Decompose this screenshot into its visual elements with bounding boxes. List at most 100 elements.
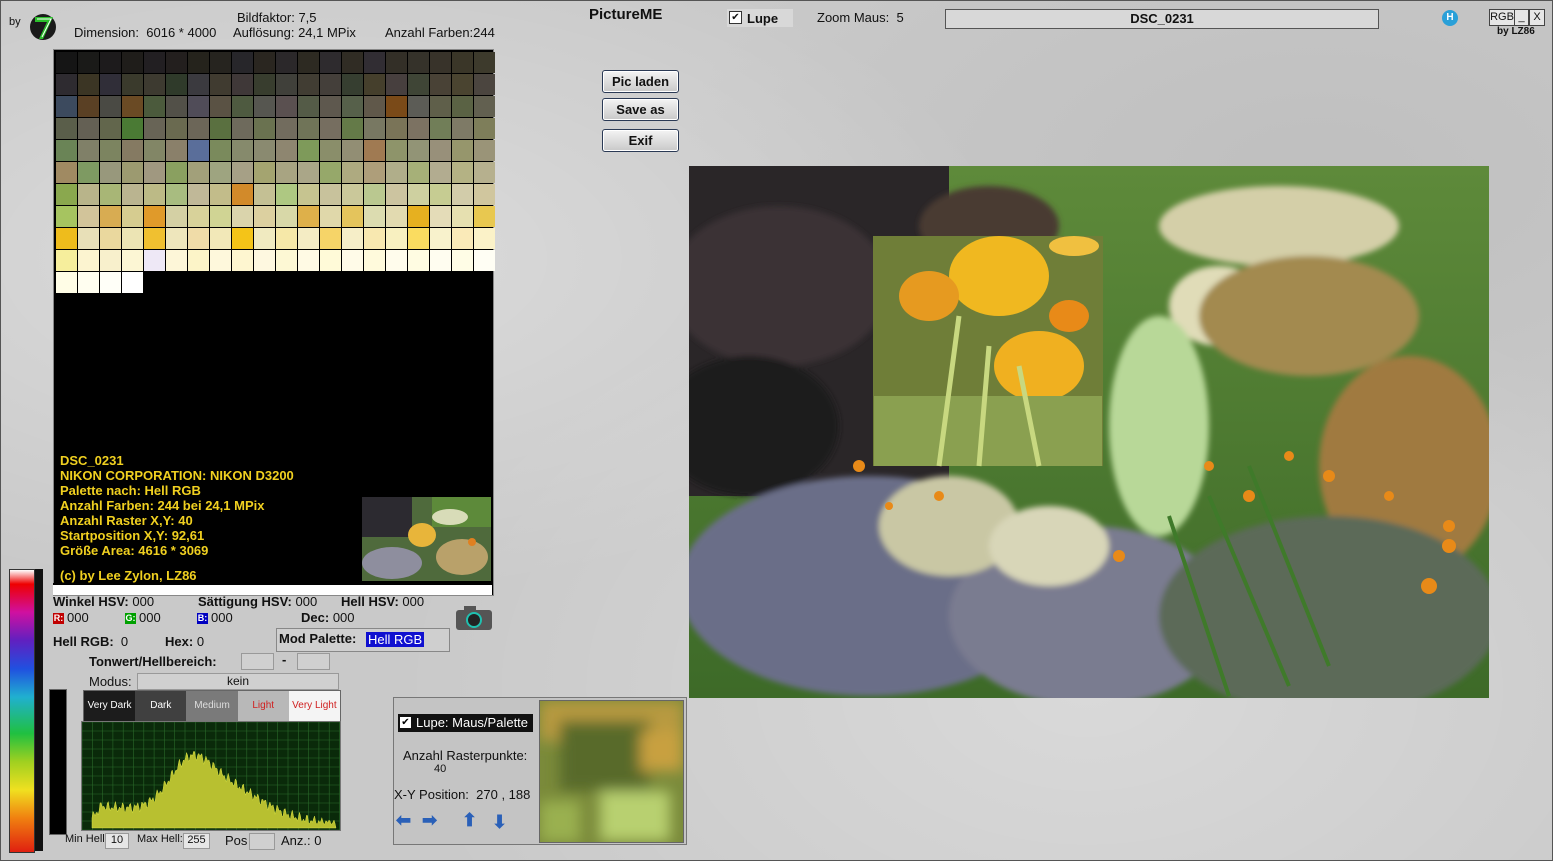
palette-swatch[interactable] [100,272,121,293]
palette-swatch[interactable] [474,228,495,249]
palette-swatch[interactable] [210,140,231,161]
palette-swatch[interactable] [430,206,451,227]
palette-swatch[interactable] [364,184,385,205]
palette-swatch[interactable] [364,162,385,183]
palette-swatch[interactable] [452,118,473,139]
palette-swatch[interactable] [342,52,363,73]
palette-swatch[interactable] [452,52,473,73]
palette-swatch[interactable] [166,140,187,161]
close-button[interactable]: X [1529,9,1545,26]
palette-swatch[interactable] [276,118,297,139]
palette-swatch[interactable] [298,206,319,227]
rgb-button[interactable]: RGB [1489,9,1515,26]
palette-swatch[interactable] [188,118,209,139]
palette-swatch[interactable] [276,206,297,227]
palette-swatch[interactable] [386,250,407,271]
palette-swatch[interactable] [144,140,165,161]
palette-swatch[interactable] [210,184,231,205]
palette-swatch[interactable] [408,140,429,161]
palette-swatch[interactable] [188,96,209,117]
palette-swatch[interactable] [100,206,121,227]
tone-very-light[interactable]: Very Light [288,691,341,721]
palette-swatch[interactable] [430,74,451,95]
arrow-down-icon[interactable]: ⬇ [492,812,507,833]
palette-swatch[interactable] [298,74,319,95]
palette-swatch[interactable] [188,184,209,205]
palette-swatch[interactable] [342,206,363,227]
palette-swatch[interactable] [56,206,77,227]
palette-swatch[interactable] [100,96,121,117]
palette-swatch[interactable] [166,250,187,271]
palette-swatch[interactable] [474,184,495,205]
palette-swatch[interactable] [78,272,99,293]
palette-swatch[interactable] [298,118,319,139]
palette-swatch[interactable] [452,184,473,205]
palette-swatch[interactable] [276,96,297,117]
palette-swatch[interactable] [78,140,99,161]
palette-swatch[interactable] [232,206,253,227]
palette-swatch[interactable] [452,250,473,271]
palette-swatch[interactable] [122,52,143,73]
palette-swatch[interactable] [144,96,165,117]
palette-swatch[interactable] [276,52,297,73]
palette-swatch[interactable] [188,206,209,227]
palette-swatch[interactable] [232,52,253,73]
palette-swatch[interactable] [452,206,473,227]
palette-swatch[interactable] [386,162,407,183]
palette-swatch[interactable] [474,52,495,73]
palette-swatch[interactable] [56,140,77,161]
palette-swatch[interactable] [474,250,495,271]
palette-swatch[interactable] [56,228,77,249]
palette-swatch[interactable] [188,52,209,73]
palette-swatch[interactable] [364,140,385,161]
palette-swatch[interactable] [78,228,99,249]
palette-swatch[interactable] [452,74,473,95]
palette-swatch[interactable] [166,228,187,249]
palette-swatch[interactable] [320,228,341,249]
palette-swatch[interactable] [232,118,253,139]
palette-swatch[interactable] [232,140,253,161]
palette-panel[interactable]: DSC_0231 NIKON CORPORATION: NIKON D3200 … [53,49,495,596]
palette-swatch[interactable] [430,118,451,139]
palette-swatch[interactable] [122,162,143,183]
palette-swatch[interactable] [232,162,253,183]
palette-swatch[interactable] [232,250,253,271]
palette-swatch[interactable] [188,250,209,271]
palette-swatch[interactable] [166,52,187,73]
palette-swatch[interactable] [100,52,121,73]
palette-swatch[interactable] [78,162,99,183]
palette-swatch[interactable] [254,184,275,205]
palette-swatch[interactable] [342,250,363,271]
save-as-button[interactable]: Save as [602,98,679,121]
palette-swatch[interactable] [298,140,319,161]
palette-swatch[interactable] [100,162,121,183]
palette-swatch[interactable] [254,250,275,271]
palette-swatch[interactable] [166,74,187,95]
palette-swatch[interactable] [364,228,385,249]
palette-swatch[interactable] [210,74,231,95]
palette-swatch[interactable] [122,228,143,249]
tonwert-max-field[interactable] [297,653,330,670]
palette-swatch[interactable] [56,272,77,293]
palette-swatch[interactable] [122,74,143,95]
palette-swatch[interactable] [408,96,429,117]
pos-field[interactable] [249,833,275,850]
lupe-maus-checkbox[interactable]: ✔ [400,717,411,728]
palette-swatch[interactable] [408,74,429,95]
palette-swatch[interactable] [408,184,429,205]
palette-swatch[interactable] [430,52,451,73]
palette-swatch[interactable] [144,162,165,183]
palette-swatch[interactable] [430,162,451,183]
pic-laden-button[interactable]: Pic laden [602,70,679,93]
camera-icon[interactable] [454,604,494,632]
palette-swatch[interactable] [166,118,187,139]
palette-swatch[interactable] [166,96,187,117]
palette-swatch[interactable] [166,206,187,227]
arrow-right-icon[interactable]: ➡ [422,810,437,831]
palette-swatch[interactable] [364,52,385,73]
palette-swatch[interactable] [364,74,385,95]
minimize-button[interactable]: _ [1514,9,1529,26]
palette-swatch[interactable] [100,140,121,161]
palette-swatch[interactable] [144,228,165,249]
palette-swatch[interactable] [254,140,275,161]
